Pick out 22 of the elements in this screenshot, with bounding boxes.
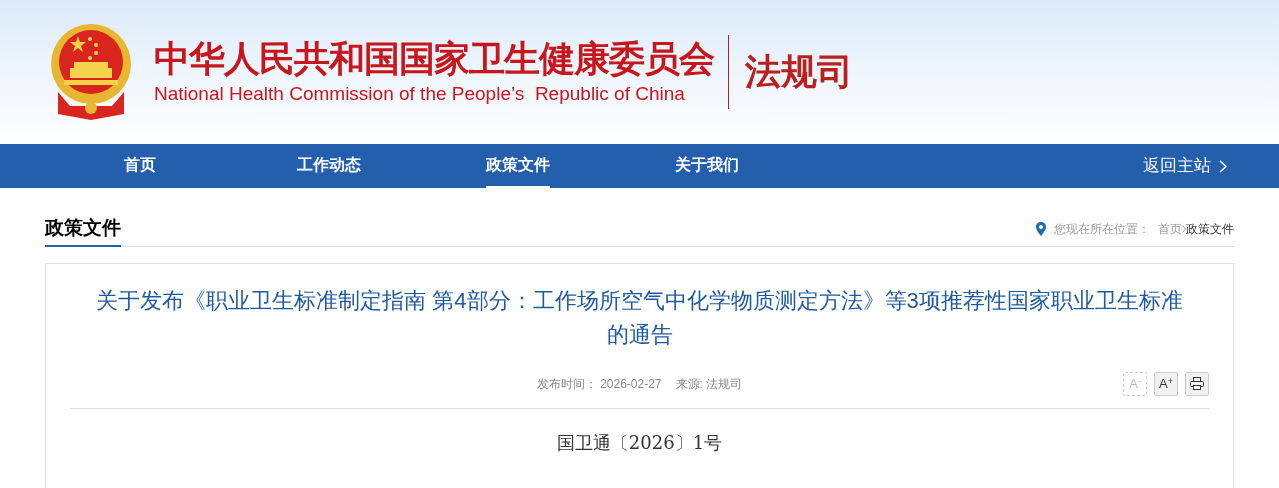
chevron-right-icon	[1219, 159, 1227, 173]
site-title: 中华人民共和国国家卫生健康委员会	[154, 37, 714, 81]
emblem-icon	[50, 22, 132, 122]
breadcrumb-link[interactable]: 政策文件	[1186, 219, 1234, 238]
nav-tab[interactable]: 工作动态	[234, 144, 423, 188]
nav-tab[interactable]: 关于我们	[612, 144, 801, 188]
breadcrumb-label: 您现在所在位置：	[1054, 220, 1150, 238]
back-to-main-link[interactable]: 返回主站	[1143, 144, 1227, 188]
section-title: 政策文件	[45, 214, 121, 247]
article-source: 来源: 法规司	[675, 375, 743, 393]
publish-date: 发布时间： 2026-02-27	[536, 375, 662, 393]
site-subtitle: National Health Commission of the People’s Republic of China	[154, 82, 686, 106]
nav-tab[interactable]: 政策文件	[423, 144, 612, 188]
printer-icon	[1190, 377, 1204, 390]
font-increase-button[interactable]: A$^{+}$	[1154, 371, 1178, 396]
breadcrumb-separator-icon	[1182, 224, 1186, 233]
department-name: 法规司	[745, 50, 853, 94]
nav-tab[interactable]: 首页	[45, 144, 234, 188]
article-title: 关于发布《职业卫生标准制定指南 第4部分：工作场所空气中化学物质测定方法》等3项推荐性国家职业卫生标准的通告	[95, 286, 1184, 349]
print-button[interactable]	[1185, 371, 1209, 396]
location-pin-icon	[1036, 221, 1046, 236]
document-number: 国卫通〔2026〕1号	[556, 431, 723, 453]
